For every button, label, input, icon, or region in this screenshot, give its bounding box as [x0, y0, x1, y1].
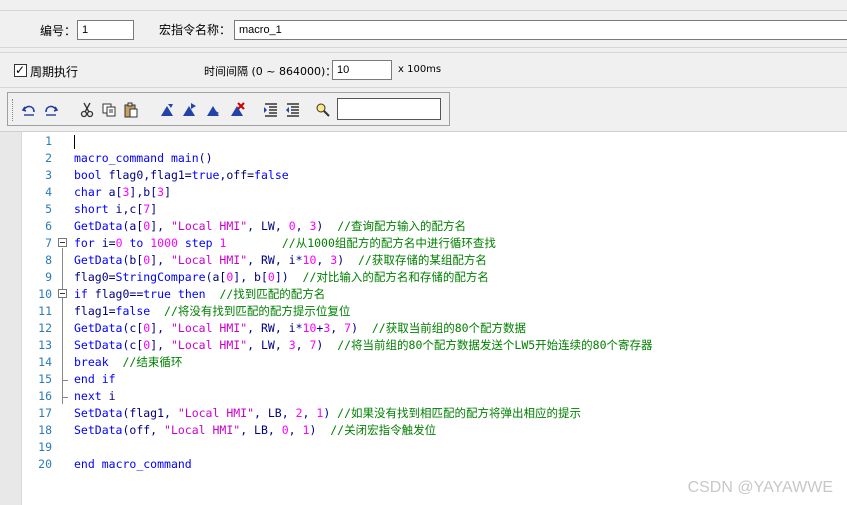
- code-line[interactable]: macro_command main(): [74, 150, 213, 167]
- line-number: 3: [45, 168, 52, 182]
- cut-icon[interactable]: [78, 101, 96, 119]
- number-label: 编号：: [40, 24, 77, 38]
- copy-icon[interactable]: [100, 101, 118, 119]
- code-line[interactable]: GetData(a[0], "Local HMI", LW, 0, 3) //查…: [74, 218, 466, 235]
- line-number: 16: [38, 389, 52, 403]
- line-number: 4: [45, 185, 52, 199]
- line-number-gutter: 1 2 3 4 5 6 7 8 9 10 11 12 13 14 15 16 17 18 19 20: [22, 132, 52, 505]
- code-line[interactable]: SetData(c[0], "Local HMI", LW, 3, 7) //将…: [74, 337, 653, 354]
- fold-end-if: [62, 380, 68, 381]
- code-line[interactable]: bool flag0,flag1=true,off=false: [74, 167, 289, 184]
- code-line[interactable]: flag0=StringCompare(a[0], b[0]) //对比输入的配…: [74, 269, 489, 286]
- code-editor[interactable]: 1 2 3 4 5 6 7 8 9 10 11 12 13 14 15 16 17 18 19 20 macro_co…: [0, 131, 847, 505]
- code-line[interactable]: for i=0 to 1000 step 1 //从1000组配方的配方名中进行…: [74, 235, 496, 252]
- line-number: 13: [38, 338, 52, 352]
- bookmark-next-icon[interactable]: [180, 101, 198, 119]
- fold-toggle-if[interactable]: [58, 289, 67, 298]
- code-line[interactable]: end macro_command: [74, 456, 192, 473]
- line-number: 11: [38, 304, 52, 318]
- line-number: 17: [38, 406, 52, 420]
- bookmark-clear-icon[interactable]: [228, 101, 246, 119]
- line-number: 8: [45, 253, 52, 267]
- code-line[interactable]: next i: [74, 388, 116, 405]
- number-input[interactable]: [77, 20, 134, 40]
- line-number: 12: [38, 321, 52, 335]
- code-line[interactable]: flag1=false //将没有找到匹配的配方提示位复位: [74, 303, 350, 320]
- check-mark-icon: ✓: [15, 63, 26, 77]
- code-line[interactable]: end if: [74, 371, 116, 388]
- line-number: 2: [45, 151, 52, 165]
- line-number: 18: [38, 423, 52, 437]
- line-number: 7: [45, 236, 52, 250]
- redo-icon[interactable]: [42, 101, 60, 119]
- line-number: 15: [38, 372, 52, 386]
- line-number: 19: [38, 440, 52, 454]
- interval-unit: x 100ms: [398, 64, 442, 75]
- macro-name-label: 宏指令名称：: [159, 23, 232, 37]
- code-line[interactable]: if flag0==true then //找到匹配的配方名: [74, 286, 325, 303]
- code-area[interactable]: macro_command main() bool flag0,flag1=tru…: [74, 132, 847, 505]
- toolbar-search-input[interactable]: [337, 98, 441, 120]
- interval-input[interactable]: [332, 60, 392, 80]
- bookmark-prev-icon[interactable]: [204, 101, 222, 119]
- outdent-icon[interactable]: [284, 101, 302, 119]
- periodic-checkbox[interactable]: ✓: [14, 63, 27, 77]
- line-number: 20: [38, 457, 52, 471]
- line-number: 10: [38, 287, 52, 301]
- code-line[interactable]: char a[3],b[3]: [74, 184, 171, 201]
- code-line[interactable]: GetData(b[0], "Local HMI", RW, i*10, 3) …: [74, 252, 487, 269]
- macro-info-panel: 编号： 宏指令名称：: [0, 10, 847, 48]
- indent-icon[interactable]: [262, 101, 280, 119]
- line-number: 1: [45, 134, 52, 148]
- code-line[interactable]: GetData(c[0], "Local HMI", RW, i*10+3, 7…: [74, 320, 526, 337]
- interval-label: 时间间隔 (0 ~ 864000)：: [204, 65, 337, 78]
- watermark: CSDN @YAYAWWE: [687, 479, 833, 496]
- line-number: 6: [45, 219, 52, 233]
- period-panel: ✓ 周期执行 时间间隔 (0 ~ 864000)： x 100ms: [0, 52, 847, 88]
- code-line[interactable]: SetData(flag1, "Local HMI", LB, 2, 1) //…: [74, 405, 581, 422]
- line-number: 9: [45, 270, 52, 284]
- editor-margin[interactable]: [0, 132, 22, 505]
- line-number: 14: [38, 355, 52, 369]
- bookmark-toggle-icon[interactable]: [158, 101, 176, 119]
- fold-toggle-for[interactable]: [58, 238, 67, 247]
- find-icon[interactable]: [314, 101, 332, 119]
- code-line[interactable]: short i,c[7]: [74, 201, 157, 218]
- code-line[interactable]: break //结束循环: [74, 354, 182, 371]
- toolbar-grip[interactable]: [12, 99, 15, 121]
- undo-icon[interactable]: [20, 101, 38, 119]
- periodic-label: 周期执行: [30, 65, 79, 79]
- editor-toolbar: [7, 92, 450, 126]
- line-number: 5: [45, 202, 52, 216]
- fold-end-for: [62, 397, 68, 398]
- macro-name-input[interactable]: [234, 20, 847, 40]
- paste-icon[interactable]: [122, 101, 140, 119]
- fold-margin: [56, 132, 70, 505]
- code-line[interactable]: SetData(off, "Local HMI", LB, 0, 1) //关闭…: [74, 422, 436, 439]
